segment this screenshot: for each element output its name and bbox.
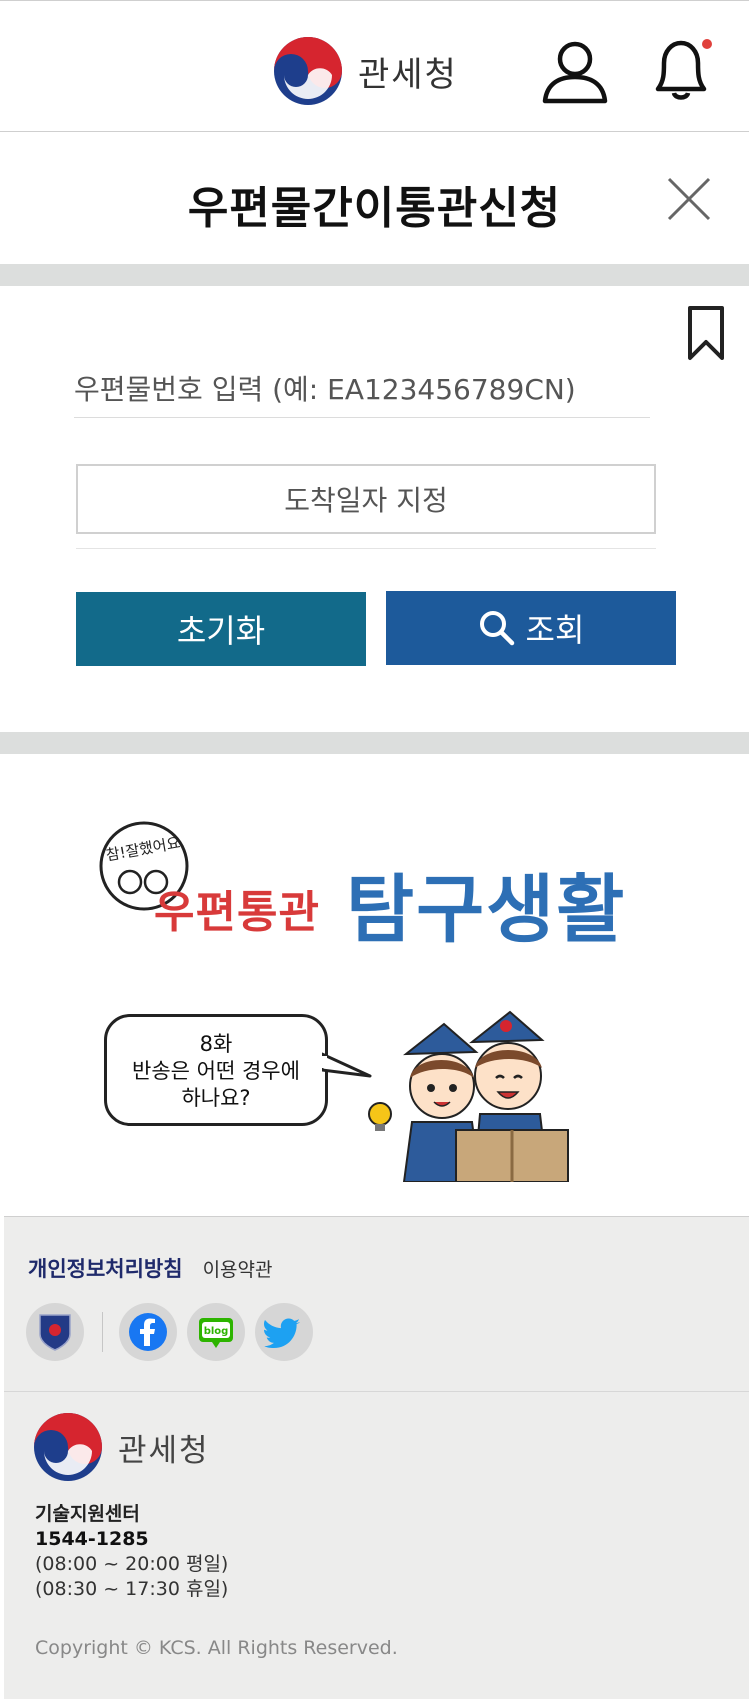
terms-of-use-link[interactable]: 이용약관: [203, 1255, 273, 1282]
user-icon[interactable]: [540, 39, 610, 105]
notification-dot: [702, 39, 712, 49]
weekday-hours: (08:00 ~ 20:00 평일): [35, 1553, 229, 1575]
kcs-emblem-link[interactable]: [26, 1303, 84, 1361]
lookup-form: 도착일자 지정 초기화 조회: [0, 286, 749, 732]
reset-button[interactable]: 초기화: [76, 592, 366, 666]
brand-logo-link[interactable]: 관세청: [272, 35, 458, 107]
kcs-emblem-icon: [39, 1314, 71, 1351]
app-header: 관세청: [0, 0, 749, 132]
bubble-line: 하나요?: [181, 1086, 251, 1110]
blog-badge-text: blog: [204, 1326, 229, 1337]
divider-line: [76, 548, 656, 549]
speech-bubble: 8화 반송은 어떤 경우에 하나요?: [104, 1014, 328, 1126]
blog-link[interactable]: blog: [187, 1303, 245, 1361]
blog-icon: blog: [199, 1318, 233, 1348]
facebook-link[interactable]: [119, 1303, 177, 1361]
arrival-date-button[interactable]: 도착일자 지정: [76, 464, 656, 534]
section-divider: [0, 264, 749, 286]
search-icon: [479, 611, 514, 646]
search-label: 조회: [525, 611, 585, 649]
footer-brand: 관세청: [32, 1411, 210, 1483]
support-phone[interactable]: 1544-1285: [35, 1527, 228, 1552]
section-divider: [0, 732, 749, 754]
close-icon[interactable]: [664, 174, 714, 224]
copyright-text: Copyright © KCS. All Rights Reserved.: [35, 1637, 398, 1659]
facebook-icon: [129, 1313, 167, 1351]
support-center-info: 기술지원센터 1544-1285 (08:00 ~ 20:00 평일) (08:…: [35, 1502, 228, 1602]
support-title: 기술지원센터: [35, 1503, 140, 1525]
taegeuk-logo-icon: [274, 37, 342, 105]
privacy-policy-link[interactable]: 개인정보처리방침: [28, 1253, 183, 1283]
footer-links: 개인정보처리방침 이용약관: [28, 1253, 272, 1283]
search-button[interactable]: 조회: [386, 591, 676, 665]
site-footer: 개인정보처리방침 이용약관 blog 관세청 기술지원센터 1544-1285 …: [4, 1216, 749, 1699]
twitter-icon: [264, 1318, 300, 1348]
postal-number-input[interactable]: [74, 366, 650, 418]
bubble-line: 8화: [199, 1032, 233, 1056]
promo-banner[interactable]: 참!잘했어요 우편통관 탐구생활 8화 반송은 어떤 경우에 하나요?: [0, 754, 749, 1218]
footer-brand-name: 관세청: [118, 1432, 210, 1469]
social-divider: [102, 1312, 103, 1352]
banner-title-red: 우편통관: [154, 887, 320, 938]
bubble-line: 반송은 어떤 경우에: [132, 1059, 300, 1083]
social-links: blog: [26, 1303, 323, 1361]
banner-title-blue: 탐구생활: [346, 867, 627, 953]
bookmark-icon[interactable]: [684, 304, 728, 362]
holiday-hours: (08:30 ~ 17:30 휴일): [35, 1578, 229, 1600]
mascot-characters-illustration: [368, 1010, 569, 1182]
brand-name: 관세청: [358, 54, 458, 95]
page-title: 우편물간이통관신청: [187, 183, 562, 234]
twitter-link[interactable]: [255, 1303, 313, 1361]
page-titlebar: 우편물간이통관신청: [0, 132, 749, 264]
taegeuk-logo-icon: [34, 1413, 102, 1481]
reset-label: 초기화: [176, 612, 266, 650]
footer-divider: [4, 1391, 749, 1392]
